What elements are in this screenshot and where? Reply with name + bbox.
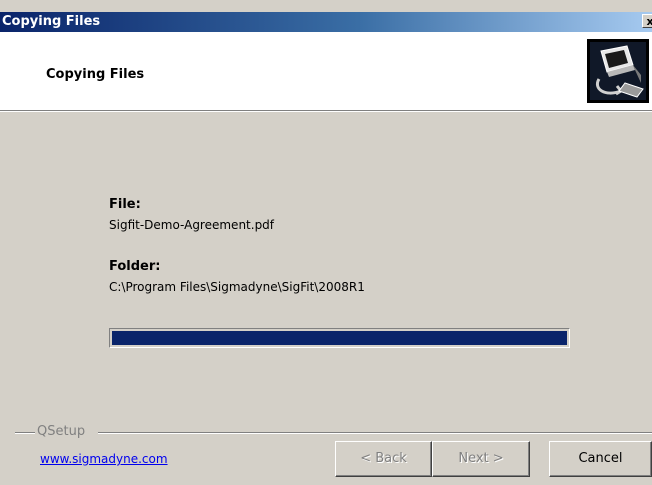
- folder-label: Folder:: [109, 259, 161, 274]
- header-divider: [0, 111, 652, 112]
- cancel-button[interactable]: Cancel: [549, 441, 652, 477]
- brand-label: QSetup: [37, 424, 86, 439]
- progress-fill: [112, 331, 567, 345]
- next-button[interactable]: Next >: [432, 441, 530, 477]
- file-name: Sigfit-Demo-Agreement.pdf: [109, 218, 275, 232]
- file-label: File:: [109, 197, 141, 212]
- setup-dialog-window: Copying Files x Copying Files File: Sigf…: [0, 0, 652, 485]
- close-button[interactable]: x: [642, 14, 652, 28]
- back-button[interactable]: < Back: [335, 441, 432, 477]
- window-title: Copying Files: [2, 14, 101, 29]
- copy-progress-bar: [109, 328, 570, 348]
- group-divider-right: [98, 432, 652, 434]
- group-divider-left: [15, 432, 35, 434]
- dialog-header: Copying Files: [0, 32, 652, 111]
- setup-computer-icon: [587, 39, 649, 103]
- header-title: Copying Files: [46, 67, 145, 82]
- folder-path: C:\Program Files\Sigmadyne\SigFit\2008R1: [109, 280, 365, 294]
- title-bar[interactable]: Copying Files x: [0, 12, 652, 32]
- website-link[interactable]: www.sigmadyne.com: [40, 451, 168, 467]
